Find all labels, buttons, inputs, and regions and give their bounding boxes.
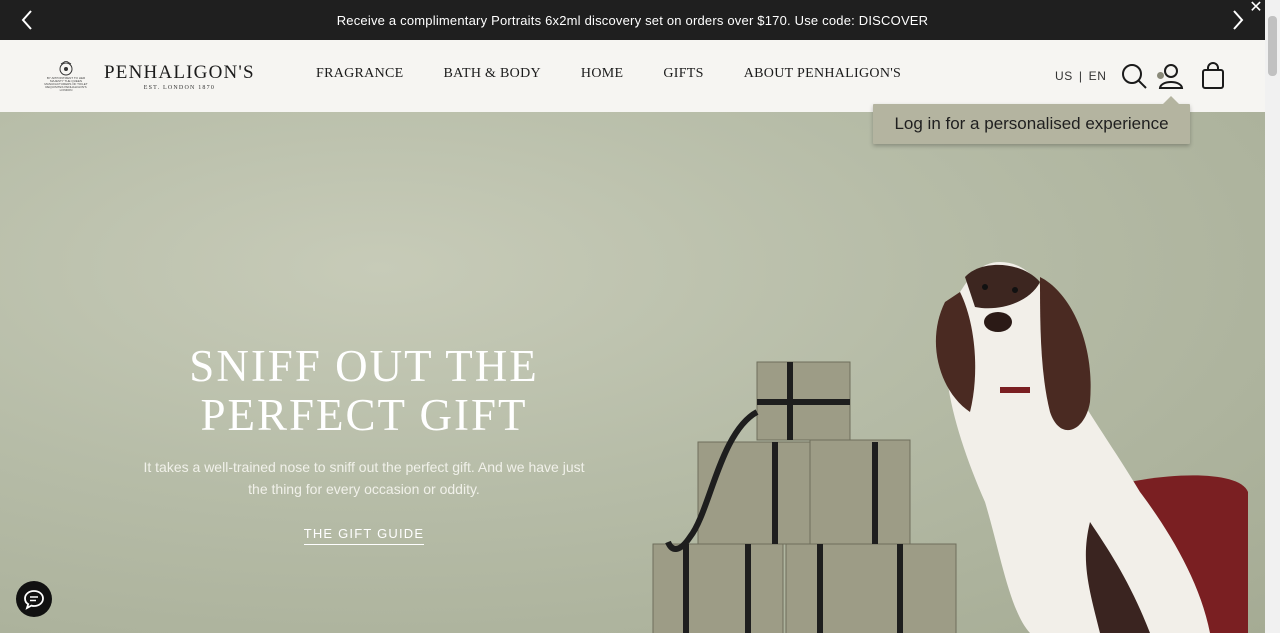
- hero-content: SNIFF OUT THE PERFECT GIFT It takes a we…: [134, 342, 594, 545]
- nav-item-fragrance[interactable]: FRAGRANCE: [316, 66, 404, 82]
- hero-title-line-1: SNIFF OUT THE: [189, 341, 539, 391]
- scrollbar-thumb[interactable]: [1268, 16, 1277, 76]
- hero-banner: SNIFF OUT THE PERFECT GIFT It takes a we…: [0, 112, 1265, 633]
- brand-established: EST. LONDON 1870: [143, 84, 216, 91]
- royal-crest-icon: BY APPOINTMENT TO HER MAJESTY THE QUEEN …: [40, 60, 92, 92]
- hero-title-line-2: PERFECT GIFT: [200, 390, 528, 440]
- site-header: BY APPOINTMENT TO HER MAJESTY THE QUEEN …: [0, 40, 1265, 112]
- locale-country: US: [1055, 69, 1073, 83]
- locale-selector[interactable]: US | EN: [1055, 69, 1106, 83]
- chevron-right-icon[interactable]: [1225, 8, 1249, 32]
- chevron-left-icon[interactable]: [16, 8, 40, 32]
- nav-item-about[interactable]: ABOUT PENHALIGON'S: [744, 66, 901, 82]
- hero-subtitle: It takes a well-trained nose to sniff ou…: [143, 459, 585, 497]
- nav-item-bath-body[interactable]: BATH & BODY: [444, 66, 541, 82]
- bag-icon[interactable]: [1199, 62, 1227, 90]
- locale-separator: |: [1078, 69, 1083, 83]
- locale-language: EN: [1088, 69, 1107, 83]
- brand-name: PENHALIGON'S: [104, 61, 255, 83]
- main-nav: FRAGRANCE BATH & BODY HOME GIFTS ABOUT P…: [316, 66, 901, 82]
- gift-guide-link[interactable]: THE GIFT GUIDE: [303, 526, 425, 545]
- login-tooltip: Log in for a personalised experience: [873, 96, 1190, 144]
- nav-item-gifts[interactable]: GIFTS: [663, 66, 703, 82]
- page-scrollbar[interactable]: [1265, 0, 1280, 633]
- account-icon[interactable]: [1157, 62, 1185, 90]
- announcement-bar: Receive a complimentary Portraits 6x2ml …: [0, 0, 1265, 40]
- crest-text: BY APPOINTMENT TO HER MAJESTY THE QUEEN …: [44, 75, 88, 92]
- brand-logo[interactable]: BY APPOINTMENT TO HER MAJESTY THE QUEEN …: [40, 60, 255, 92]
- nav-item-home[interactable]: HOME: [581, 66, 623, 82]
- close-icon[interactable]: ✕: [1248, 0, 1264, 16]
- chat-icon[interactable]: [16, 581, 52, 617]
- announcement-text: Receive a complimentary Portraits 6x2ml …: [336, 12, 929, 28]
- hero-title: SNIFF OUT THE PERFECT GIFT: [134, 342, 594, 440]
- search-icon[interactable]: [1120, 62, 1148, 90]
